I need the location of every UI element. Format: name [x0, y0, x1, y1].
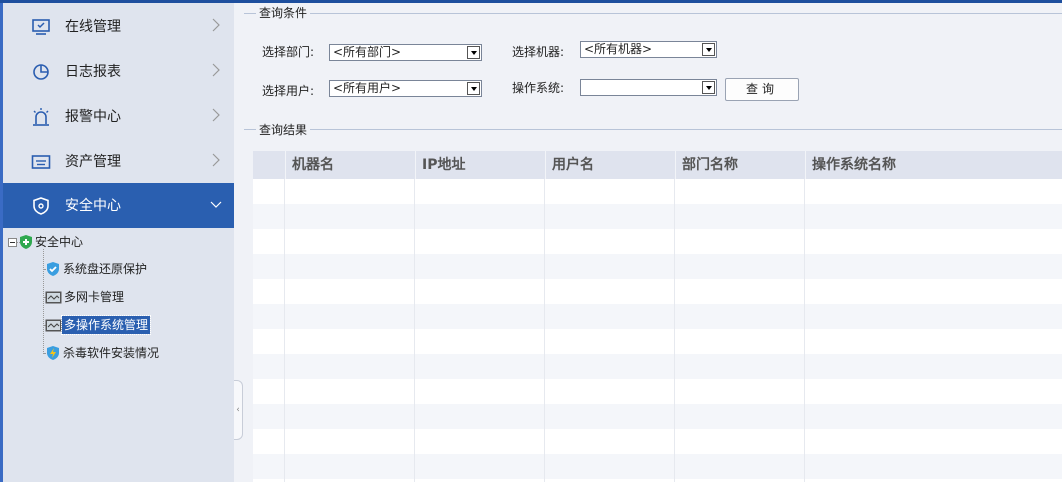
table-row [253, 454, 1062, 479]
table-row [253, 379, 1062, 404]
tree-root-label: 安全中心 [35, 235, 84, 249]
dropdown-arrow-icon[interactable] [467, 46, 480, 59]
dept-select[interactable]: <所有部门> [329, 44, 482, 61]
dropdown-arrow-icon[interactable] [702, 81, 715, 94]
tree-connector [43, 249, 44, 354]
results-panel-border [244, 129, 1062, 130]
tree-item-label: 杀毒软件安装情况 [63, 346, 160, 360]
table-row [253, 304, 1062, 329]
column-header-os-name[interactable]: 操作系统名称 [805, 151, 1062, 179]
nav-label: 报警中心 [65, 109, 121, 125]
monitor-icon [32, 19, 50, 35]
table-row [253, 429, 1062, 454]
chevron-left-icon: ‹ [236, 405, 240, 415]
table-row [253, 179, 1062, 204]
results-section-title: 查询结果 [256, 123, 311, 137]
table-row [253, 354, 1062, 379]
nav-label: 在线管理 [65, 19, 121, 35]
table-row [253, 404, 1062, 429]
column-header-department[interactable]: 部门名称 [675, 151, 805, 179]
network-card-icon [45, 291, 62, 303]
dropdown-arrow-icon[interactable] [702, 43, 715, 56]
dept-label: 选择部门: [262, 45, 315, 59]
table-row [253, 329, 1062, 354]
chevron-right-icon [212, 108, 220, 122]
chevron-down-icon [210, 201, 222, 208]
shield-icon [33, 197, 49, 215]
query-panel-border [244, 13, 1062, 14]
tree-item-label: 系统盘还原保护 [63, 262, 148, 276]
dropdown-arrow-icon[interactable] [467, 82, 480, 95]
column-header-ip[interactable]: IP地址 [415, 151, 545, 179]
alarm-icon [33, 108, 49, 126]
machine-label: 选择机器: [512, 45, 565, 59]
table-row [253, 229, 1062, 254]
column-divider [804, 179, 805, 482]
antivirus-shield-icon [47, 346, 59, 360]
tree-item-label: 多操作系统管理 [60, 315, 152, 335]
nav-label: 资产管理 [65, 154, 121, 170]
user-select[interactable]: <所有用户> [329, 80, 482, 97]
tree-item-antivirus[interactable]: 杀毒软件安装情况 [45, 343, 161, 363]
machine-select[interactable]: <所有机器> [580, 41, 717, 58]
tree-item-system-restore[interactable]: 系统盘还原保护 [45, 259, 149, 279]
pie-chart-icon [33, 64, 49, 80]
chevron-right-icon [212, 63, 220, 77]
tree-item-multi-os[interactable]: 多操作系统管理 [45, 315, 152, 335]
shield-check-icon [47, 262, 59, 276]
tree-item-multi-nic[interactable]: 多网卡管理 [45, 287, 126, 307]
column-header-user[interactable]: 用户名 [545, 151, 675, 179]
sidebar-collapse-handle[interactable]: ‹ [234, 380, 243, 440]
column-divider [674, 179, 675, 482]
network-card-icon [45, 319, 62, 331]
user-select-value: <所有用户> [333, 81, 402, 95]
user-label: 选择用户: [262, 84, 315, 98]
os-label: 操作系统: [512, 81, 565, 95]
nav-item-log-reports[interactable]: 日志报表 [3, 49, 234, 94]
table-row [253, 254, 1062, 279]
table-row [253, 204, 1062, 229]
tree-item-label: 多网卡管理 [64, 290, 125, 304]
keyboard-icon [31, 155, 51, 169]
nav-item-online-management[interactable]: 在线管理 [3, 4, 234, 49]
column-divider [284, 179, 285, 482]
nav-item-asset-management[interactable]: 资产管理 [3, 139, 234, 184]
os-select[interactable] [580, 79, 717, 96]
column-divider [414, 179, 415, 482]
chevron-right-icon [212, 153, 220, 167]
chevron-right-icon [212, 18, 220, 32]
nav-item-alarm-center[interactable]: 报警中心 [3, 94, 234, 139]
shield-plus-icon [20, 235, 32, 249]
grid-header: 机器名 IP地址 用户名 部门名称 操作系统名称 [253, 151, 1062, 179]
query-section-title: 查询条件 [256, 6, 311, 20]
nav-label: 安全中心 [65, 198, 121, 214]
column-divider [544, 179, 545, 482]
collapse-toggle-icon[interactable] [8, 237, 17, 247]
dept-select-value: <所有部门> [333, 45, 402, 59]
table-row [253, 279, 1062, 304]
machine-select-value: <所有机器> [584, 42, 653, 56]
column-header-machine-name[interactable]: 机器名 [285, 151, 415, 179]
nav-item-security-center[interactable]: 安全中心 [3, 183, 234, 228]
tree-root[interactable]: 安全中心 [8, 232, 85, 252]
search-button[interactable]: 查询 [725, 78, 799, 101]
nav-label: 日志报表 [65, 64, 121, 80]
results-grid: 机器名 IP地址 用户名 部门名称 操作系统名称 [253, 151, 1062, 482]
